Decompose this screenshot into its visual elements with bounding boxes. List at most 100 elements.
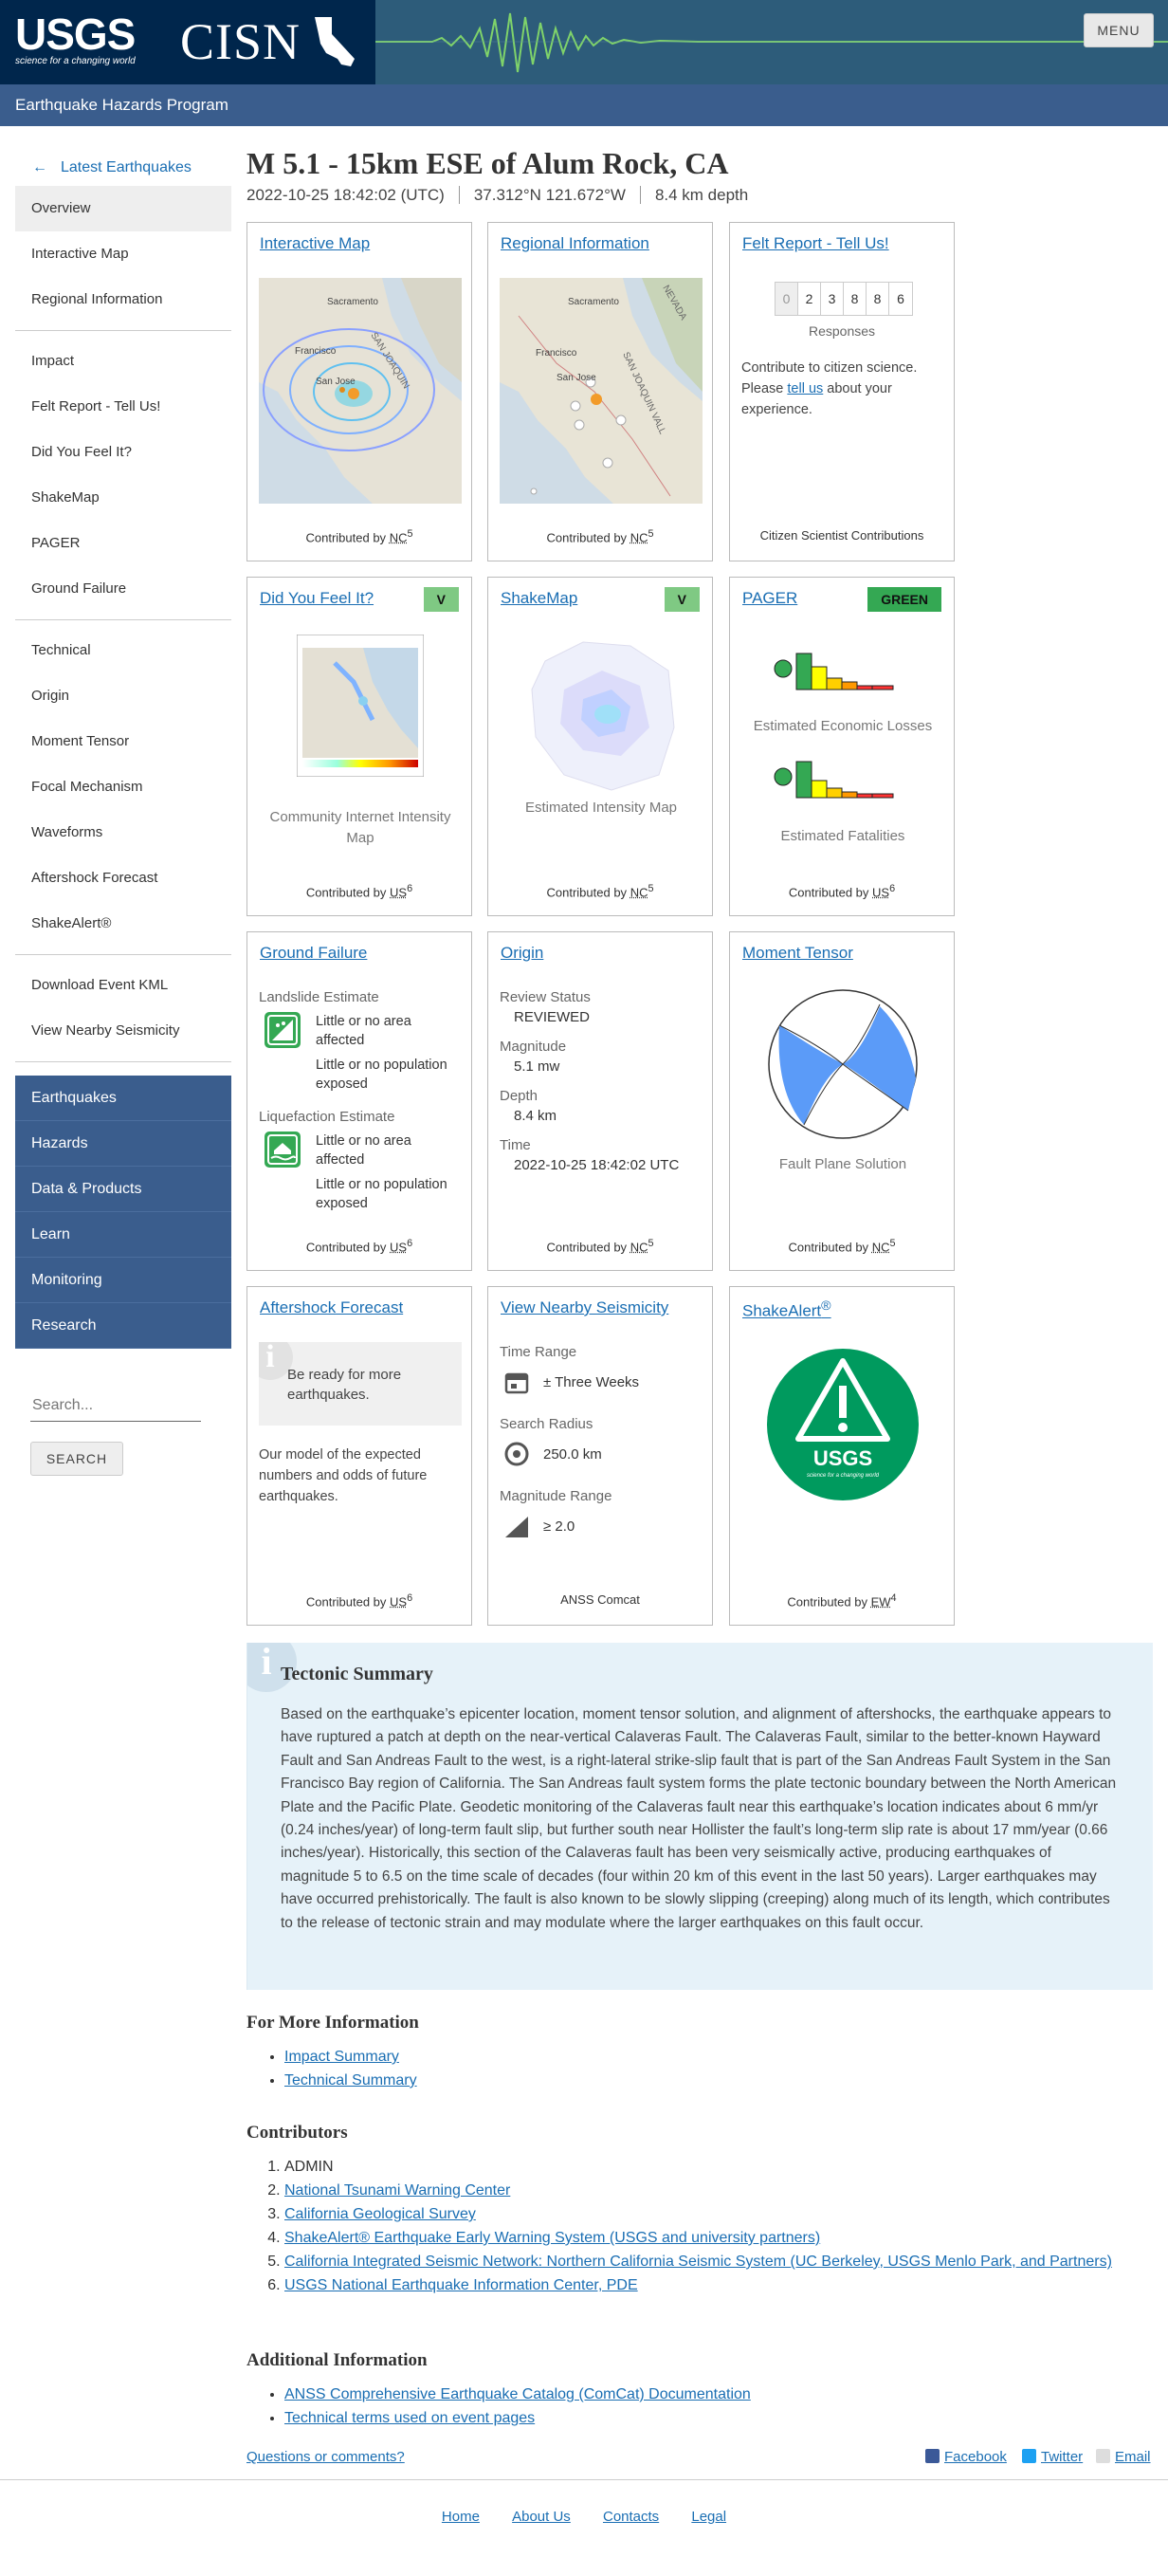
technical-summary-link[interactable]: Technical Summary (284, 2072, 417, 2088)
card-title[interactable]: ShakeMap (501, 589, 577, 608)
contributor-link[interactable]: USGS National Earthquake Information Cen… (284, 2277, 638, 2293)
shakemap-thumbnail[interactable] (526, 633, 678, 794)
card-interactive-map[interactable]: Interactive Map Sacramento Francisco San… (246, 222, 472, 561)
search-radius-value: 250.0 km (543, 1446, 602, 1463)
landslide-population: Little or no population exposed (316, 1058, 447, 1092)
sidebar-item-overview[interactable]: Overview (15, 186, 231, 231)
sidebar-item-regional-information[interactable]: Regional Information (15, 277, 231, 322)
tell-us-link[interactable]: tell us (787, 381, 823, 396)
additional-info-section: Additional Information ANSS Comprehensiv… (246, 2350, 1153, 2430)
comcat-doc-link[interactable]: ANSS Comprehensive Earthquake Catalog (C… (284, 2386, 751, 2402)
dyfi-map-thumbnail[interactable] (297, 635, 424, 777)
footer-contacts-link[interactable]: Contacts (603, 2509, 659, 2525)
cisn-logo[interactable]: CISN (180, 13, 301, 70)
card-title[interactable]: PAGER (742, 589, 797, 608)
regional-map-thumbnail[interactable]: Sacramento Francisco San Jose SAN JOAQUI… (500, 278, 703, 504)
usgs-logo[interactable]: USGS science for a changing world (15, 12, 136, 66)
usgs-logo-tagline: science for a changing world (807, 1473, 880, 1479)
footer-legal-link[interactable]: Legal (691, 2509, 726, 2525)
card-regional-information[interactable]: Regional Information Sacramento Francisc… (487, 222, 713, 561)
card-title[interactable]: Aftershock Forecast (260, 1298, 403, 1317)
card-title[interactable]: Did You Feel It? (260, 589, 374, 608)
card-moment-tensor[interactable]: Moment Tensor Fault Plane Solution Contr… (729, 931, 955, 1271)
sidebar-item-waveforms[interactable]: Waveforms (15, 810, 231, 856)
shakealert-logo[interactable]: USGS science for a changing world (766, 1348, 920, 1501)
program-title[interactable]: Earthquake Hazards Program (15, 96, 228, 115)
questions-link[interactable]: Questions or comments? (246, 2449, 405, 2465)
magnitude-range-value: ≥ 2.0 (543, 1518, 575, 1535)
nav-research[interactable]: Research (15, 1303, 231, 1349)
card-shakemap[interactable]: ShakeMap V Estimated Intensity Map Contr… (487, 577, 713, 916)
sidebar-item-shakemap[interactable]: ShakeMap (15, 475, 231, 521)
search-button[interactable]: SEARCH (30, 1442, 123, 1476)
main-content: M 5.1 - 15km ESE of Alum Rock, CA 2022-1… (246, 142, 1153, 205)
map-label: Sacramento (568, 297, 619, 307)
card-footer: Contributed by NC5 (546, 1238, 654, 1255)
arrow-left-icon: ← (32, 159, 47, 175)
card-footer: Contributed by NC5 (546, 883, 654, 900)
sidebar-item-shakealert[interactable]: ShakeAlert® (15, 901, 231, 947)
card-title[interactable]: ShakeAlert® (742, 1298, 831, 1321)
card-dyfi[interactable]: Did You Feel It? V Community Internet In… (246, 577, 472, 916)
card-title[interactable]: Origin (501, 944, 543, 963)
nav-learn[interactable]: Learn (15, 1212, 231, 1258)
impact-summary-link[interactable]: Impact Summary (284, 2049, 399, 2065)
search-input[interactable] (30, 1389, 201, 1422)
card-aftershock-forecast[interactable]: Aftershock Forecast i Be ready for more … (246, 1286, 472, 1626)
card-pager[interactable]: PAGER GREEN Estimated Economic Losses Es… (729, 577, 955, 916)
sidebar-item-nearby-seismicity[interactable]: View Nearby Seismicity (15, 1008, 231, 1054)
beachball-icon[interactable] (766, 987, 920, 1141)
sidebar-item-pager[interactable]: PAGER (15, 521, 231, 566)
count-cell: 3 (821, 283, 844, 315)
sidebar-item-felt-report[interactable]: Felt Report - Tell Us! (15, 384, 231, 430)
sidebar-item-origin[interactable]: Origin (15, 673, 231, 719)
tectonic-title: Tectonic Summary (281, 1664, 433, 1684)
card-shakealert[interactable]: ShakeAlert® USGS science for a changing … (729, 1286, 955, 1626)
contributor-link[interactable]: ShakeAlert® Earthquake Early Warning Sys… (284, 2230, 820, 2246)
sidebar: ← Latest Earthquakes Overview Interactive… (15, 152, 231, 1349)
email-link[interactable]: Email (1096, 2449, 1151, 2465)
liquefaction-icon (265, 1132, 301, 1168)
sidebar-item-aftershock-forecast[interactable]: Aftershock Forecast (15, 856, 231, 901)
twitter-link[interactable]: Twitter (1022, 2449, 1083, 2465)
nav-monitoring[interactable]: Monitoring (15, 1258, 231, 1303)
card-title[interactable]: View Nearby Seismicity (501, 1298, 668, 1317)
sidebar-item-technical[interactable]: Technical (15, 628, 231, 673)
card-title[interactable]: Moment Tensor (742, 944, 853, 963)
card-title[interactable]: Ground Failure (260, 944, 367, 963)
sidebar-item-ground-failure[interactable]: Ground Failure (15, 566, 231, 612)
nav-data-products[interactable]: Data & Products (15, 1167, 231, 1212)
nav-earthquakes[interactable]: Earthquakes (15, 1076, 231, 1121)
card-ground-failure[interactable]: Ground Failure Landslide Estimate Little… (246, 931, 472, 1271)
footer-about-link[interactable]: About Us (512, 2509, 571, 2525)
technical-terms-link[interactable]: Technical terms used on event pages (284, 2410, 535, 2426)
sidebar-item-focal-mechanism[interactable]: Focal Mechanism (15, 764, 231, 810)
contributor-link[interactable]: California Integrated Seismic Network: N… (284, 2254, 1112, 2270)
twitter-icon (1022, 2449, 1036, 2463)
contributor-link[interactable]: National Tsunami Warning Center (284, 2182, 510, 2199)
card-felt-report[interactable]: Felt Report - Tell Us! 0 2 3 8 8 6 Respo… (729, 222, 955, 561)
interactive-map-thumbnail[interactable]: Sacramento Francisco San Jose SAN JOAQUI… (259, 278, 462, 504)
nav-hazards[interactable]: Hazards (15, 1121, 231, 1167)
sidebar-item-dyfi[interactable]: Did You Feel It? (15, 430, 231, 475)
calendar-icon (504, 1372, 529, 1394)
map-label: San Jose (557, 373, 596, 383)
card-origin[interactable]: Origin Review Status REVIEWED Magnitude … (487, 931, 713, 1271)
site-nav: Earthquakes Hazards Data & Products Lear… (15, 1076, 231, 1349)
menu-button[interactable]: MENU (1084, 13, 1154, 47)
sidebar-item-interactive-map[interactable]: Interactive Map (15, 231, 231, 277)
response-counts: 0 2 3 8 8 6 (775, 282, 913, 316)
card-title[interactable]: Interactive Map (260, 234, 370, 253)
card-title[interactable]: Felt Report - Tell Us! (742, 234, 889, 253)
facebook-link[interactable]: Facebook (925, 2449, 1007, 2465)
sidebar-divider (15, 1061, 231, 1062)
card-title[interactable]: Regional Information (501, 234, 649, 253)
back-link[interactable]: ← Latest Earthquakes (15, 152, 231, 186)
card-nearby-seismicity[interactable]: View Nearby Seismicity Time Range ± Thre… (487, 1286, 713, 1626)
sidebar-item-impact[interactable]: Impact (15, 339, 231, 384)
sidebar-item-moment-tensor[interactable]: Moment Tensor (15, 719, 231, 764)
card-footer: Contributed by US6 (788, 883, 896, 900)
sidebar-item-download-kml[interactable]: Download Event KML (15, 963, 231, 1008)
contributor-link[interactable]: California Geological Survey (284, 2206, 476, 2222)
footer-home-link[interactable]: Home (442, 2509, 480, 2525)
